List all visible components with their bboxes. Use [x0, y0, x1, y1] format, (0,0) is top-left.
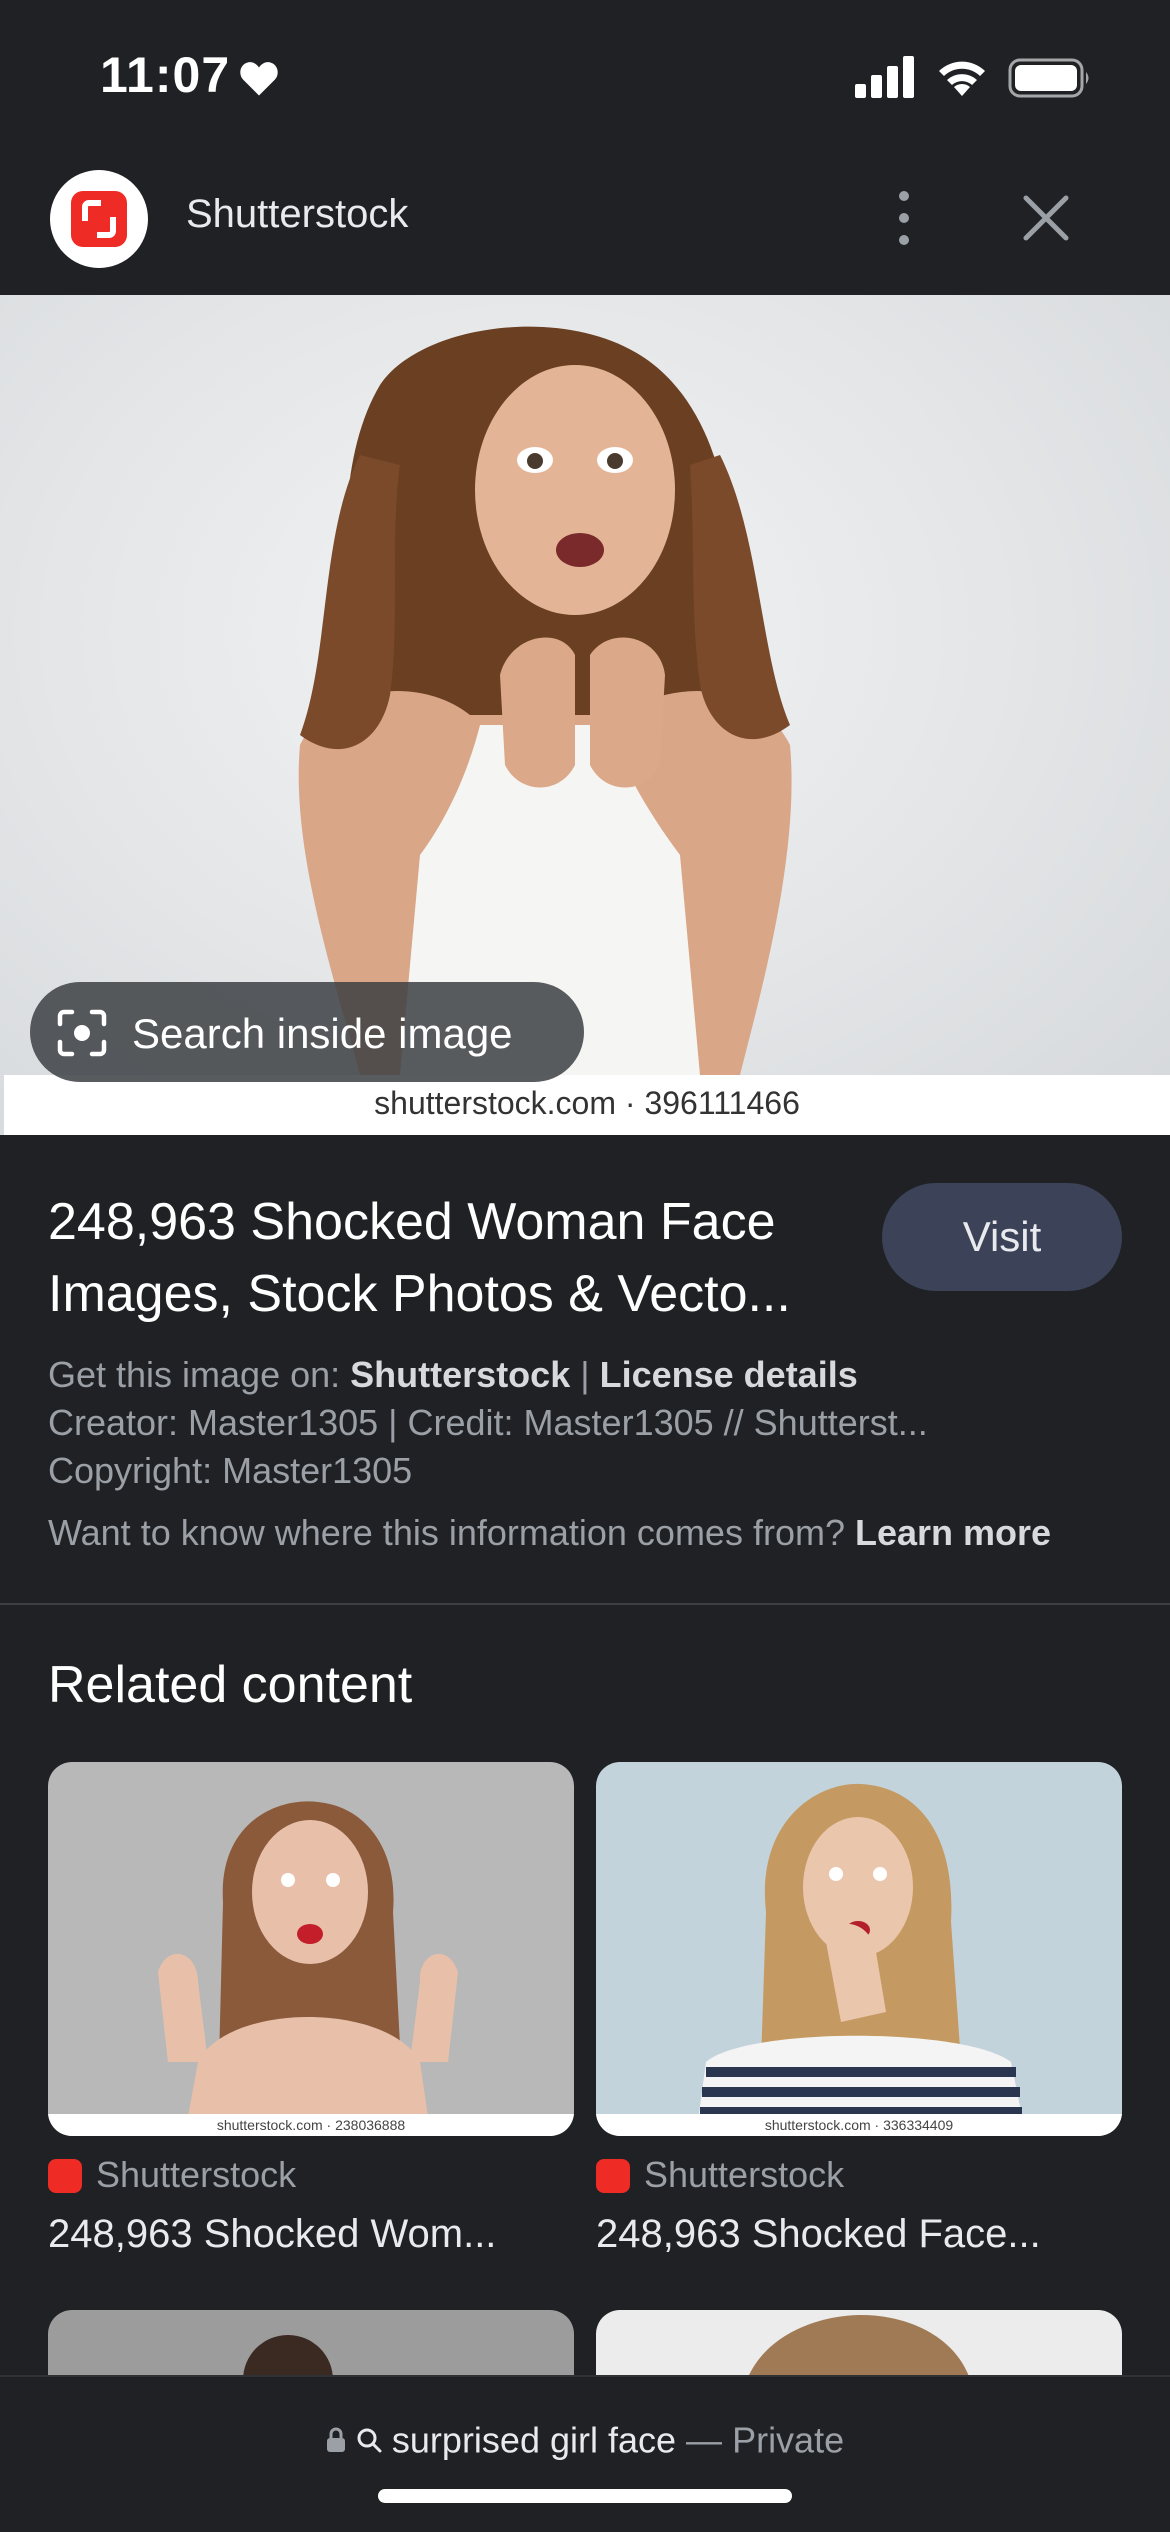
bottom-address-bar[interactable]: surprised girl face — Private [0, 2375, 1170, 2532]
copyright-line: Copyright: Master1305 [48, 1450, 413, 1491]
info-question: Want to know where this information come… [48, 1512, 845, 1553]
creator-line: Creator: Master1305 | Credit: Master1305… [48, 1402, 928, 1443]
related-card-image-partial[interactable] [596, 2310, 1122, 2382]
viewer-header: Shutterstock [0, 160, 1170, 295]
related-card-photo: shutterstock.com · 238036888 [48, 1762, 574, 2136]
related-card-photo [243, 2335, 333, 2382]
search-inside-image-label: Search inside image [132, 1010, 513, 1057]
shutterstock-logo-icon [71, 191, 127, 247]
private-mode-label: Private [732, 2419, 845, 2461]
visit-button[interactable]: Visit [882, 1183, 1122, 1291]
related-card-source: Shutterstock [644, 2154, 845, 2195]
signal-icon [855, 56, 914, 98]
shutterstock-logo[interactable] [50, 170, 148, 268]
shutterstock-favicon [48, 2159, 82, 2193]
related-content-heading: Related content [48, 1656, 413, 1714]
search-icon [357, 2428, 382, 2453]
search-inside-image-button[interactable]: Search inside image [30, 982, 584, 1082]
info-source-line: Want to know where this information come… [48, 1512, 1051, 1554]
status-bar: 11:07 [0, 0, 1170, 150]
image-watermark: shutterstock.com · 396111466 [374, 1085, 800, 1121]
main-image-photo [298, 326, 792, 1075]
related-card-title[interactable]: 248,963 Shocked Wom... [48, 2212, 574, 2257]
result-title[interactable]: 248,963 Shocked Woman Face Images, Stock… [48, 1186, 868, 1330]
search-query: surprised girl face [391, 2419, 677, 2461]
related-card-image[interactable]: shutterstock.com · 238036888 [48, 1762, 574, 2136]
related-card-photo: shutterstock.com · 336334409 [596, 1762, 1122, 2136]
related-card-source: Shutterstock [96, 2154, 297, 2195]
more-vert-icon[interactable] [880, 182, 928, 254]
related-card-image[interactable]: shutterstock.com · 336334409 [596, 1762, 1122, 2136]
get-image-source-link[interactable]: Shutterstock [350, 1354, 570, 1395]
status-time: 11:07 [100, 47, 231, 103]
learn-more-link[interactable]: Learn more [855, 1512, 1051, 1553]
home-indicator[interactable] [378, 2489, 792, 2503]
address-query[interactable]: surprised girl face — Private [0, 2417, 1170, 2461]
license-details-link[interactable]: License details [600, 1354, 858, 1395]
get-image-line: Get this image on: Shutterstock | Licens… [48, 1354, 858, 1396]
site-name[interactable]: Shutterstock [186, 192, 408, 237]
dash-separator: — [686, 2419, 723, 2461]
related-card-photo [746, 2315, 971, 2382]
related-card-image-partial[interactable] [48, 2310, 574, 2382]
image-watermark-bar: shutterstock.com · 396111466 [4, 1075, 1170, 1135]
related-card-title[interactable]: 248,963 Shocked Face... [596, 2212, 1122, 2257]
heart-icon [240, 62, 278, 96]
battery-icon [1008, 58, 1089, 98]
section-divider [0, 1603, 1170, 1605]
related-card-watermark: shutterstock.com · 238036888 [217, 2117, 406, 2133]
get-image-prefix: Get this image on: [48, 1354, 341, 1395]
meta-separator: | [580, 1354, 590, 1395]
shutterstock-favicon [596, 2159, 630, 2193]
lens-icon [57, 1009, 107, 1057]
wifi-icon [939, 61, 985, 96]
close-icon[interactable] [1018, 190, 1074, 246]
lock-icon [326, 2428, 345, 2453]
related-card-watermark: shutterstock.com · 336334409 [765, 2117, 954, 2133]
main-image[interactable]: shutterstock.com · 396111466 Search insi… [0, 295, 1170, 1135]
